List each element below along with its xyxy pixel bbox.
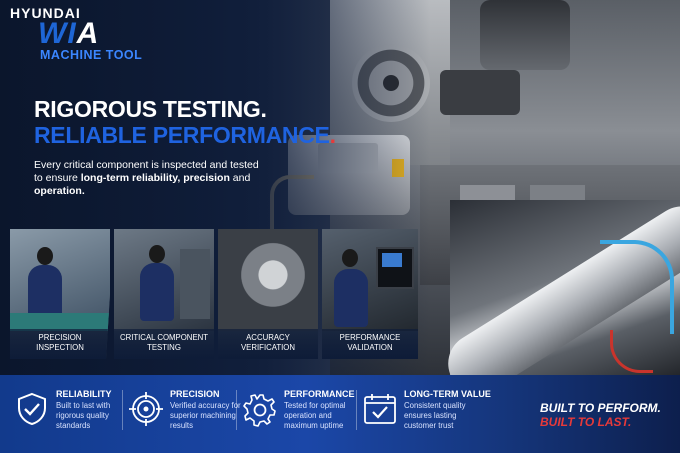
logo-wia-wi: WI [38,17,77,50]
card-caption-line2: INSPECTION [36,343,84,352]
card-caption: PRECISION INSPECTION [10,329,110,359]
poster: HYUNDAI WIA MACHINE TOOL RIGOROUS TESTIN… [0,0,680,453]
card-caption: PERFORMANCE VALIDATION [322,329,418,359]
blue-hose [600,240,674,334]
card-caption-line1: ACCURACY [246,333,290,342]
test-rig [180,249,210,319]
description-text-2: and [229,172,251,184]
feature-desc: Consistent quality ensures lasting custo… [404,401,466,430]
slogan: BUILT TO PERFORM. BUILT TO LAST. [540,401,661,429]
divider [236,390,237,430]
card-photo [114,229,214,331]
card-photo [10,229,110,331]
card-performance-validation: PERFORMANCE VALIDATION [322,229,418,359]
description-bold-1: long-term reliability, precision [80,172,230,184]
card-photo [322,229,418,331]
feature-title: PRECISION [170,389,220,399]
photo-cards: PRECISION INSPECTION CRITICAL COMPONENT TE… [10,229,418,359]
headline-red-dot: . [329,122,336,148]
gear-icon [243,394,276,427]
divider [122,390,123,430]
feature-desc: Verified accuracy for superior machining… [170,401,241,430]
tool-turret [480,0,570,70]
feature-title: RELIABILITY [56,389,112,399]
card-photo [218,229,318,331]
shield-check-icon [18,392,46,426]
feature-title: LONG-TERM VALUE [404,389,491,399]
target-icon [129,392,163,426]
description: Every critical component is inspected an… [34,159,264,198]
slogan-line1: BUILT TO PERFORM. [540,401,661,415]
headline-line2: RELIABLE PERFORMANCE. [34,122,336,148]
feature-desc: Built to last with rigorous quality stan… [56,401,111,430]
hyundai-wia-logo: HYUNDAI WIA MACHINE TOOL [10,6,142,62]
feature-desc: Tested for optimal operation and maximum… [284,401,346,430]
card-caption: CRITICAL COMPONENT TESTING [114,329,214,359]
technician-head [149,245,165,263]
technician-head [342,249,358,267]
technician-figure [140,263,174,321]
description-bold-2: operation. [34,185,85,197]
card-caption-line2: VALIDATION [347,343,393,352]
logo-machine-tool: MACHINE TOOL [40,48,143,62]
card-caption-line1: CRITICAL COMPONENT [119,333,209,342]
feature-title: PERFORMANCE [284,389,355,399]
card-precision-inspection: PRECISION INSPECTION [10,229,110,359]
card-caption-line2: TESTING [147,343,181,352]
divider [356,390,357,430]
technician-head [37,247,53,265]
tool-head [440,70,520,115]
card-critical-component-testing: CRITICAL COMPONENT TESTING [114,229,214,359]
card-caption: ACCURACY VERIFICATION [218,329,318,359]
card-caption-line1: PERFORMANCE [339,333,401,342]
slogan-line2: BUILT TO LAST. [540,415,632,429]
headline-line1: RIGOROUS TESTING. [34,96,267,122]
calendar-check-icon [364,394,396,424]
control-panel-screen [376,247,414,289]
card-accuracy-verification: ACCURACY VERIFICATION [218,229,318,359]
headline-line2-text: RELIABLE PERFORMANCE [34,122,330,148]
logo-wia-a: A [76,17,100,50]
technician-figure [334,269,368,327]
card-caption-line1: PRECISION [38,333,82,342]
card-caption-line2: VERIFICATION [240,343,295,352]
logo-wia: WIA [38,17,142,50]
